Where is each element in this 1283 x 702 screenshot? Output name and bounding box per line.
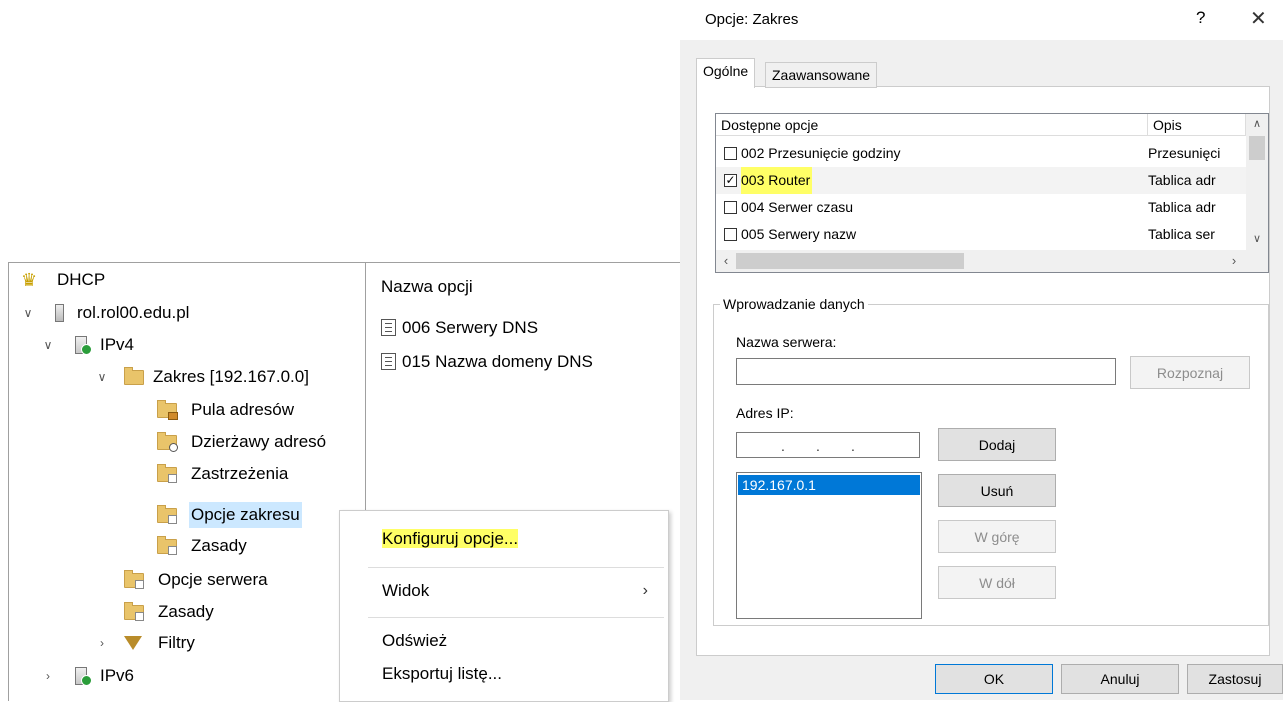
console-tree: ♛ DHCP ∨ rol.rol00.edu.pl ∨ IPv4 ∨ Zakre… bbox=[9, 263, 366, 701]
dialog-title: Opcje: Zakres bbox=[705, 11, 799, 28]
scroll-up-icon[interactable]: ∧ bbox=[1246, 114, 1268, 134]
menu-item-configure-options[interactable]: Konfiguruj opcje... bbox=[382, 523, 662, 555]
option-icon bbox=[381, 353, 396, 370]
folder-icon bbox=[124, 367, 144, 385]
chevron-down-icon[interactable]: ∨ bbox=[41, 332, 55, 358]
list-item[interactable]: 192.167.0.1 bbox=[738, 475, 920, 495]
option-checkbox[interactable] bbox=[724, 228, 737, 241]
scroll-down-icon[interactable]: ∨ bbox=[1246, 229, 1268, 249]
option-row[interactable]: 005 Serwery nazw Tablica ser bbox=[716, 221, 1246, 248]
dhcp-icon: ♛ bbox=[21, 270, 38, 290]
move-up-button[interactable]: W górę bbox=[938, 520, 1056, 553]
reservations-icon bbox=[157, 464, 177, 483]
list-item[interactable]: 006 Serwery DNS bbox=[381, 315, 538, 341]
chevron-down-icon[interactable]: ∨ bbox=[21, 300, 35, 326]
menu-item-view[interactable]: Widok › bbox=[382, 575, 662, 607]
available-options-list[interactable]: Dostępne opcje Opis 002 Przesunięcie god… bbox=[715, 113, 1269, 273]
server-name-input[interactable] bbox=[736, 358, 1116, 385]
filter-icon bbox=[124, 636, 142, 650]
scrollbar-thumb[interactable] bbox=[736, 253, 964, 269]
remove-button[interactable]: Usuń bbox=[938, 474, 1056, 507]
context-menu: Konfiguruj opcje... Widok › Odśwież Eksp… bbox=[339, 510, 669, 702]
server-icon bbox=[55, 304, 64, 322]
menu-separator bbox=[368, 567, 664, 568]
chevron-right-icon[interactable]: › bbox=[95, 630, 109, 656]
option-checkbox[interactable] bbox=[724, 201, 737, 214]
menu-item-export-list[interactable]: Eksportuj listę... bbox=[382, 658, 662, 690]
option-icon bbox=[381, 319, 396, 336]
menu-separator bbox=[368, 617, 664, 618]
menu-item-refresh[interactable]: Odśwież bbox=[382, 625, 662, 657]
scroll-left-icon[interactable]: ‹ bbox=[716, 250, 736, 272]
chevron-down-icon[interactable]: ∨ bbox=[95, 364, 109, 390]
apply-button[interactable]: Zastosuj bbox=[1187, 664, 1283, 694]
scroll-right-icon[interactable]: › bbox=[1224, 250, 1244, 272]
horizontal-scrollbar[interactable]: ‹ › bbox=[716, 250, 1268, 272]
close-icon[interactable]: ✕ bbox=[1250, 6, 1267, 31]
policies-icon bbox=[157, 536, 177, 555]
tab-general[interactable]: Ogólne bbox=[696, 58, 756, 88]
scope-options-icon bbox=[157, 505, 177, 524]
vertical-scrollbar[interactable]: ∧ ∨ bbox=[1246, 114, 1268, 251]
option-row[interactable]: ✓ 003 Router Tablica adr bbox=[716, 167, 1246, 194]
address-pool-icon bbox=[157, 400, 178, 420]
server-name-label: Nazwa serwera: bbox=[736, 334, 837, 350]
option-row[interactable]: 002 Przesunięcie godziny Przesunięci bbox=[716, 140, 1246, 167]
column-header-available-options[interactable]: Dostępne opcje bbox=[716, 114, 1148, 136]
leases-icon bbox=[157, 432, 178, 452]
help-button[interactable]: ? bbox=[1196, 8, 1205, 28]
policies-icon bbox=[124, 602, 144, 621]
list-item[interactable]: 015 Nazwa domeny DNS bbox=[381, 349, 593, 375]
ok-button[interactable]: OK bbox=[935, 664, 1053, 694]
option-checkbox-checked[interactable]: ✓ bbox=[724, 174, 737, 187]
resolve-button[interactable]: Rozpoznaj bbox=[1130, 356, 1250, 389]
add-button[interactable]: Dodaj bbox=[938, 428, 1056, 461]
ip-address-label: Adres IP: bbox=[736, 405, 794, 421]
chevron-right-icon[interactable]: › bbox=[41, 663, 55, 689]
dialog-titlebar[interactable]: Opcje: Zakres ? ✕ bbox=[680, 0, 1283, 40]
scrollbar-thumb[interactable] bbox=[1249, 136, 1265, 160]
move-down-button[interactable]: W dół bbox=[938, 566, 1056, 599]
ipv6-icon bbox=[75, 667, 92, 686]
data-entry-group-label: Wprowadzanie danych bbox=[720, 296, 868, 312]
server-options-icon bbox=[124, 570, 144, 589]
scope-options-dialog: Opcje: Zakres ? ✕ Ogólne Zaawansowane Do… bbox=[680, 0, 1283, 700]
column-header-option-name[interactable]: Nazwa opcji bbox=[381, 277, 473, 297]
ipv4-icon bbox=[75, 336, 92, 355]
option-row[interactable]: 004 Serwer czasu Tablica adr bbox=[716, 194, 1246, 221]
tab-advanced[interactable]: Zaawansowane bbox=[765, 62, 878, 88]
column-header-description[interactable]: Opis bbox=[1148, 114, 1246, 136]
ip-address-input[interactable]: . . . bbox=[736, 432, 920, 458]
option-checkbox[interactable] bbox=[724, 147, 737, 160]
cancel-button[interactable]: Anuluj bbox=[1061, 664, 1179, 694]
chevron-right-icon: › bbox=[642, 582, 648, 599]
ip-address-list[interactable]: 192.167.0.1 bbox=[736, 472, 922, 619]
